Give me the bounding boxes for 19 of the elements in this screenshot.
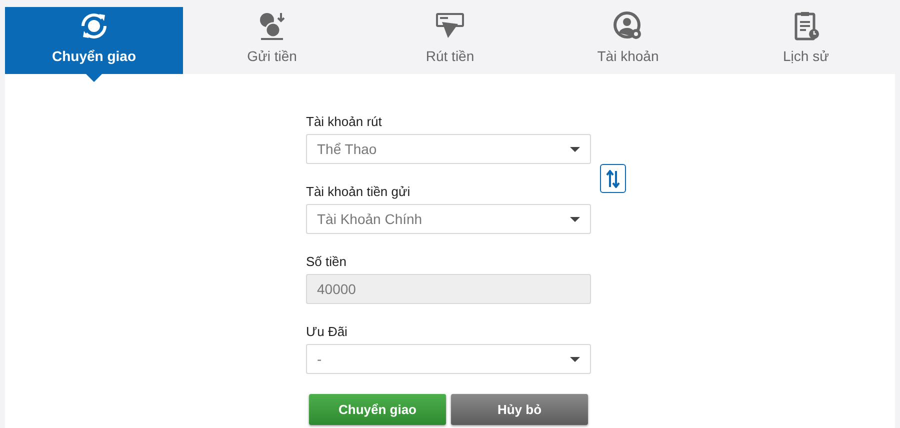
- field-label: Số tiền: [306, 254, 348, 269]
- transfer-button[interactable]: Chuyển giao: [309, 394, 446, 425]
- caret-icon: [570, 216, 580, 222]
- dropdown[interactable]: Thể Thao: [306, 134, 591, 164]
- swap-arrows-icon: [606, 170, 620, 188]
- tab[interactable]: Lịch sử: [717, 7, 895, 74]
- field-label: Tài khoản rút: [306, 114, 383, 129]
- tab[interactable]: Gửi tiền: [183, 7, 361, 74]
- dropdown[interactable]: -: [306, 344, 591, 374]
- user-settings-icon: [612, 10, 644, 42]
- caret-icon: [570, 356, 580, 362]
- tab[interactable]: Rút tiền: [361, 7, 539, 74]
- swap-button[interactable]: [600, 164, 626, 193]
- dropdown[interactable]: Tài Khoản Chính: [306, 204, 591, 234]
- field-label: Tài khoản tiền gửi: [306, 184, 412, 199]
- field-label: Ưu Đãi: [306, 324, 348, 339]
- caret-icon: [570, 146, 580, 152]
- tab[interactable]: Tài khoản: [539, 7, 717, 74]
- cancel-button[interactable]: Hủy bỏ: [451, 394, 588, 425]
